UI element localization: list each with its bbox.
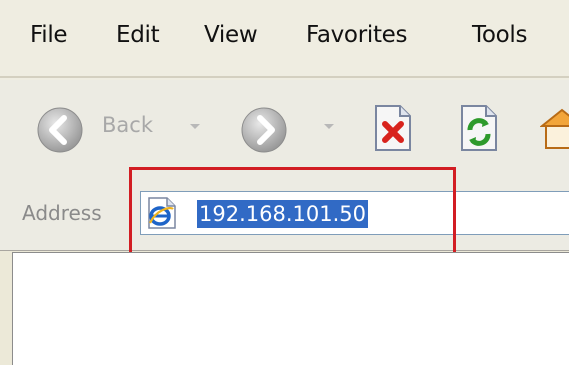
forward-arrow-icon[interactable]: [240, 106, 288, 154]
page-content-area[interactable]: [12, 252, 569, 365]
menu-tools[interactable]: Tools: [472, 22, 527, 48]
menu-edit[interactable]: Edit: [116, 22, 160, 48]
menu-bar: File Edit View Favorites Tools: [0, 0, 569, 80]
home-icon[interactable]: [540, 104, 569, 152]
stop-icon[interactable]: [372, 104, 414, 152]
address-label: Address: [22, 201, 102, 225]
menu-view[interactable]: View: [204, 22, 258, 48]
back-button-label[interactable]: Back: [102, 113, 153, 137]
menubar-divider: [0, 76, 569, 78]
menu-file[interactable]: File: [30, 22, 68, 48]
menu-favorites[interactable]: Favorites: [306, 22, 408, 48]
back-arrow-icon[interactable]: [36, 106, 84, 154]
forward-dropdown-arrow-icon[interactable]: [324, 124, 334, 129]
back-dropdown-arrow-icon[interactable]: [190, 124, 200, 129]
refresh-icon[interactable]: [458, 104, 500, 152]
